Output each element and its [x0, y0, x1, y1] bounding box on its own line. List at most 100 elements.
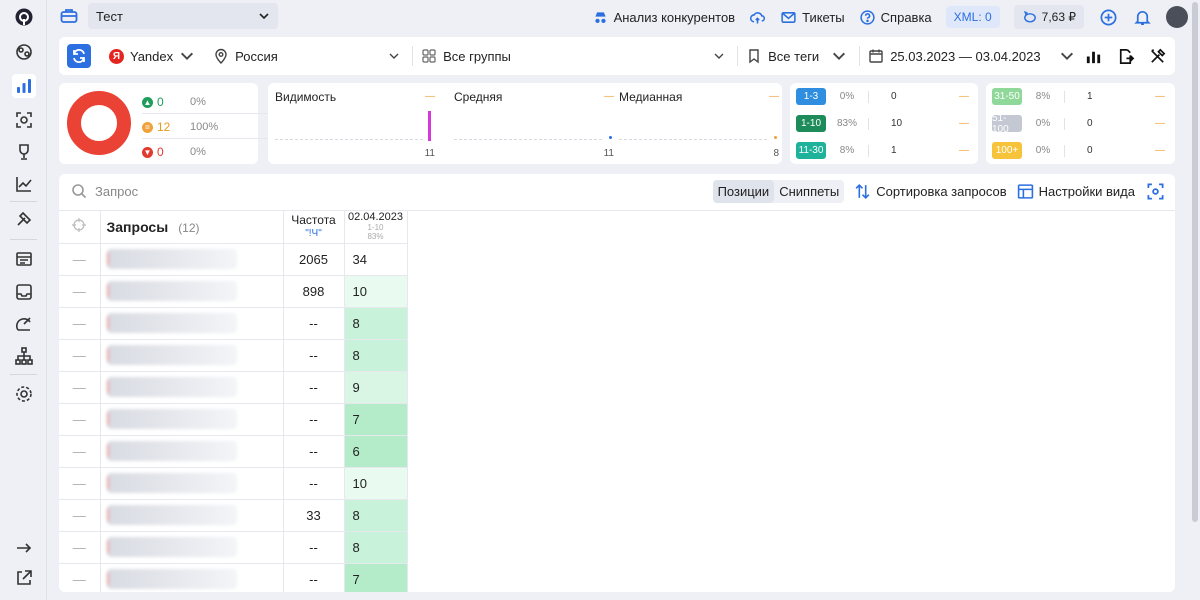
range-badge: 1-3	[796, 88, 826, 105]
position-cell[interactable]: 8	[344, 307, 408, 340]
sitemap-icon[interactable]	[12, 344, 36, 368]
row-dash: —	[59, 243, 101, 276]
range-row[interactable]: 1-10 83% 10 —	[796, 115, 969, 132]
query-cell[interactable]	[100, 243, 284, 276]
table-row[interactable]: — -- 8	[59, 339, 408, 372]
tags-select[interactable]: Все теги	[746, 48, 847, 64]
frequency-sub: "!Ч"	[305, 227, 322, 239]
logo-icon[interactable]	[12, 5, 36, 29]
query-cell[interactable]	[100, 371, 284, 404]
scan-icon[interactable]	[12, 108, 36, 132]
query-cell[interactable]	[100, 499, 284, 532]
region-select[interactable]: Россия	[213, 48, 388, 64]
table-row[interactable]: — -- 8	[59, 531, 408, 564]
range-row[interactable]: 1-3 0% 0 —	[796, 88, 969, 105]
upload-link[interactable]	[749, 9, 766, 26]
search-input[interactable]: Запрос	[71, 183, 138, 199]
trophy-icon[interactable]	[12, 140, 36, 164]
table-row[interactable]: — 2065 34	[59, 243, 408, 276]
project-select[interactable]: Тест	[88, 3, 278, 29]
external-link-icon[interactable]	[12, 566, 36, 590]
frequency-header[interactable]: Частота "!Ч"	[283, 211, 345, 244]
position-cell[interactable]: 8	[344, 499, 408, 532]
tickets-link[interactable]: Тикеты	[780, 9, 845, 26]
query-cell[interactable]	[100, 339, 284, 372]
select-all-cell[interactable]	[59, 211, 101, 244]
summary-donut-chart	[67, 91, 131, 155]
blurred-query	[106, 377, 237, 397]
position-cell[interactable]: 6	[344, 435, 408, 468]
query-cell[interactable]	[100, 403, 284, 436]
settings-gear-icon[interactable]	[12, 382, 36, 406]
tools-icon[interactable]	[1147, 46, 1167, 66]
summary-same-count: 12	[157, 120, 171, 134]
position-cell[interactable]: 8	[344, 339, 408, 372]
mail-icon	[781, 11, 796, 23]
table-row[interactable]: — -- 10	[59, 467, 408, 500]
sort-queries-button[interactable]: Сортировка запросов	[854, 183, 1007, 200]
view-settings-button[interactable]: Настройки вида	[1017, 183, 1135, 200]
competitors-rail-icon[interactable]	[12, 40, 36, 64]
positions-chart-icon[interactable]	[12, 74, 36, 98]
export-icon[interactable]	[1115, 46, 1135, 66]
refresh-icon[interactable]	[67, 44, 91, 68]
user-avatar[interactable]	[1166, 6, 1188, 28]
row-dash: —	[59, 499, 101, 532]
trend-chart-icon[interactable]	[12, 172, 36, 196]
hammer-icon[interactable]	[12, 207, 36, 231]
query-cell[interactable]	[100, 307, 284, 340]
expand-arrow-icon[interactable]	[12, 536, 36, 560]
query-cell[interactable]	[100, 467, 284, 500]
range-row[interactable]: 100+ 0% 0 —	[992, 142, 1165, 159]
fullscreen-icon[interactable]	[1145, 182, 1165, 202]
table-row[interactable]: — 33 8	[59, 499, 408, 532]
engine-select[interactable]: Я Yandex	[109, 48, 195, 64]
position-cell[interactable]: 9	[344, 371, 408, 404]
position-cell[interactable]: 10	[344, 467, 408, 500]
page-scrollbar[interactable]	[1192, 2, 1198, 522]
position-cell[interactable]: 8	[344, 531, 408, 564]
competitors-link[interactable]: Анализ конкурентов	[592, 9, 735, 26]
table-row[interactable]: — -- 7	[59, 563, 408, 592]
chevron-down-icon[interactable]	[388, 50, 400, 62]
add-circle-icon[interactable]	[1098, 7, 1118, 27]
position-cell[interactable]: 10	[344, 275, 408, 308]
metric-title: Медианная	[619, 90, 683, 104]
help-link[interactable]: Справка	[859, 9, 932, 26]
rail-divider	[10, 201, 37, 202]
groups-select[interactable]: Все группы	[421, 48, 713, 64]
inbox-icon[interactable]	[12, 280, 36, 304]
queries-title: Запросы	[106, 218, 169, 235]
blurred-query	[106, 473, 237, 493]
chevron-down-icon[interactable]	[713, 50, 725, 62]
query-cell[interactable]	[100, 531, 284, 564]
date-range-select[interactable]: 25.03.2023 — 03.04.2023	[868, 48, 1074, 64]
range-row[interactable]: 51-100 0% 0 —	[992, 113, 1165, 135]
tab-positions[interactable]: Позиции	[712, 180, 775, 203]
queries-header[interactable]: Запросы (12)	[100, 211, 284, 244]
bell-icon[interactable]	[1132, 7, 1152, 27]
bar-chart-icon[interactable]	[1083, 46, 1103, 66]
table-tools: Позиции Сниппеты Сортировка запросов Нас…	[712, 180, 1165, 203]
xml-balance-badge[interactable]: XML: 0	[945, 6, 1000, 28]
position-cell[interactable]: 34	[344, 243, 408, 276]
analytics-icon[interactable]	[12, 312, 36, 336]
table-row[interactable]: — -- 7	[59, 403, 408, 436]
range-row[interactable]: 11-30 8% 1 —	[796, 142, 969, 159]
query-cell[interactable]	[100, 563, 284, 592]
table-row[interactable]: — -- 8	[59, 307, 408, 340]
date-column-header[interactable]: 02.04.2023 1-10 83%	[344, 211, 408, 244]
balance-badge[interactable]: 7,63 ₽	[1013, 5, 1084, 29]
blurred-query	[106, 249, 237, 269]
table-row[interactable]: — -- 9	[59, 371, 408, 404]
query-cell[interactable]	[100, 435, 284, 468]
table-row[interactable]: — 898 10	[59, 275, 408, 308]
summary-down-pct: 0%	[190, 146, 206, 158]
table-row[interactable]: — -- 6	[59, 435, 408, 468]
position-cell[interactable]: 7	[344, 563, 408, 592]
tab-snippets[interactable]: Сниппеты	[774, 180, 844, 203]
range-row[interactable]: 31-50 8% 1 —	[992, 88, 1165, 105]
query-cell[interactable]	[100, 275, 284, 308]
position-cell[interactable]: 7	[344, 403, 408, 436]
report-icon[interactable]	[12, 247, 36, 271]
